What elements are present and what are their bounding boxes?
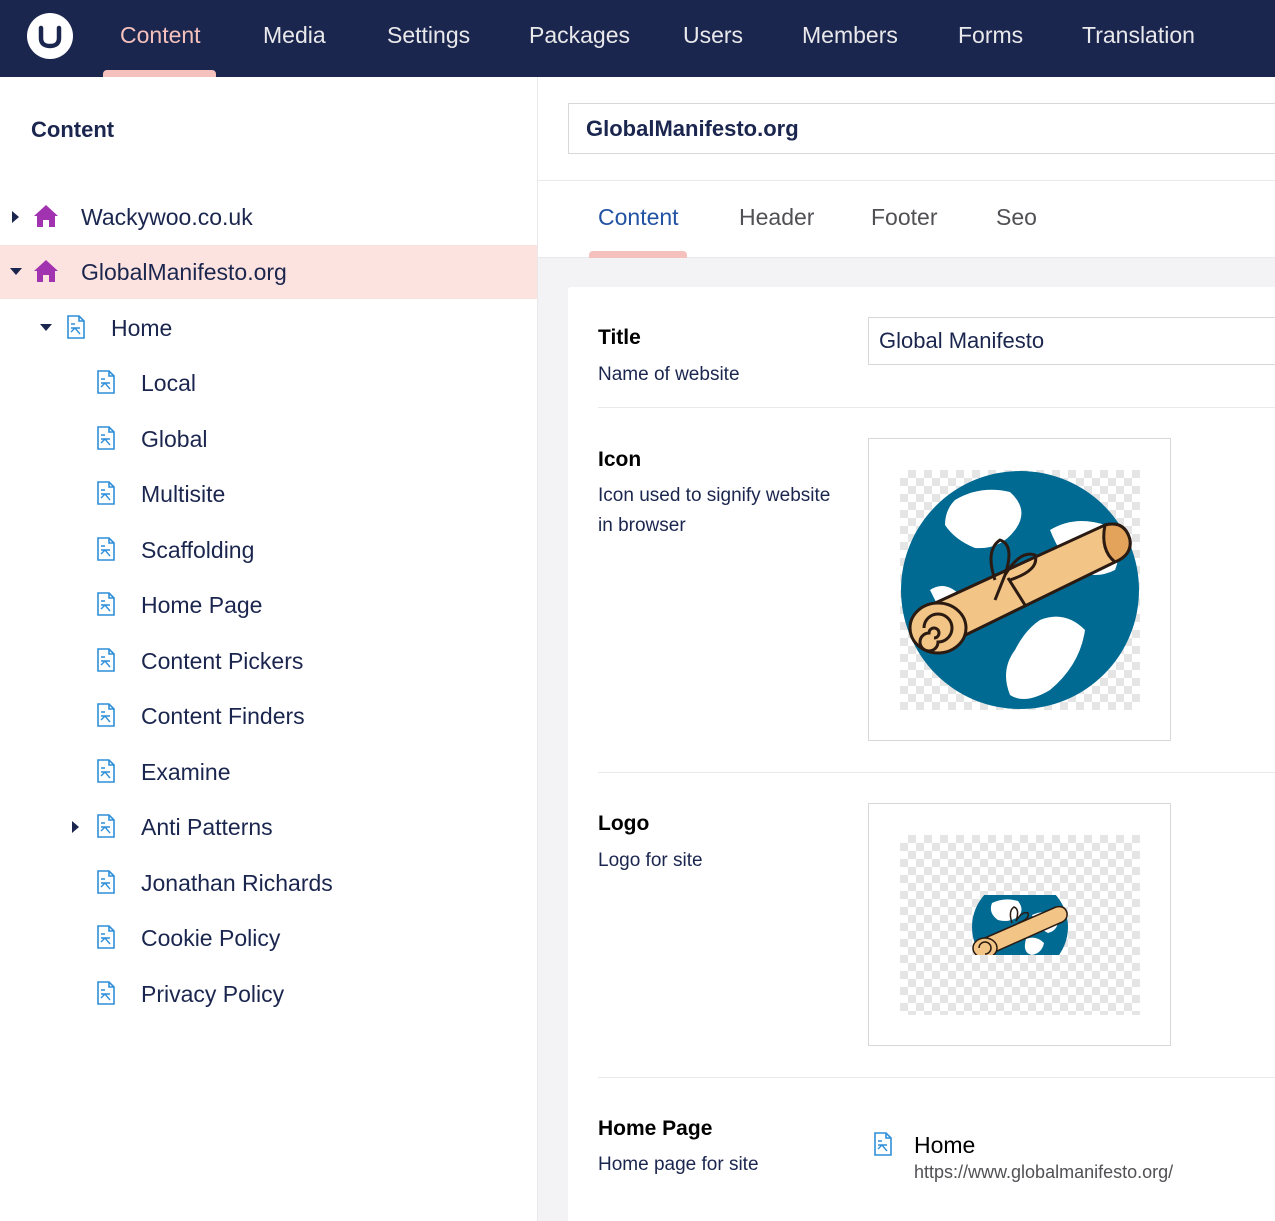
tree-item-label: GlobalManifesto.org — [81, 259, 287, 285]
picked-node-url: https://www.globalmanifesto.org/ — [914, 1162, 1174, 1182]
tab-content[interactable]: Content — [598, 204, 679, 231]
title-input[interactable] — [868, 317, 1275, 365]
tree-item-label: Scaffolding — [141, 537, 255, 563]
document-icon — [67, 315, 85, 339]
document-icon — [97, 703, 115, 727]
divider — [598, 1077, 1275, 1078]
tree-item-label: Examine — [141, 759, 231, 785]
tree-item-anti-patterns[interactable]: Anti Patterns — [0, 800, 537, 854]
document-icon — [97, 870, 115, 894]
document-icon — [874, 1132, 892, 1156]
nav-content[interactable]: Content — [120, 19, 201, 51]
tree-item-label: Content Finders — [141, 703, 305, 729]
document-icon — [97, 759, 115, 783]
nav-media[interactable]: Media — [263, 19, 326, 51]
picked-node-name[interactable]: Home — [914, 1132, 975, 1159]
house-icon — [34, 205, 58, 227]
document-icon — [97, 370, 115, 394]
collapse-caret-icon[interactable] — [40, 324, 52, 331]
tree-item-scaffolding[interactable]: Scaffolding — [0, 523, 537, 577]
tree-item-local[interactable]: Local — [0, 356, 537, 410]
top-navigation-bar: Content Media Settings Packages Users Me… — [0, 0, 1275, 77]
tree-item-label: Privacy Policy — [141, 981, 285, 1007]
tree-item-multisite[interactable]: Multisite — [0, 467, 537, 521]
tree-item-jonathan-richards[interactable]: Jonathan Richards — [0, 856, 537, 910]
tree-item-content-finders[interactable]: Content Finders — [0, 689, 537, 743]
tree-item-label: Jonathan Richards — [141, 870, 333, 896]
nav-packages[interactable]: Packages — [529, 19, 630, 51]
tree-item-label: Anti Patterns — [141, 814, 273, 840]
properties-panel: Title Name of website Icon Icon used to … — [568, 287, 1275, 1221]
title-description: Name of website — [598, 364, 740, 385]
nav-translation[interactable]: Translation — [1082, 19, 1195, 51]
collapse-caret-icon[interactable] — [10, 268, 22, 275]
tab-footer[interactable]: Footer — [871, 204, 937, 231]
home-page-label: Home Page — [598, 1117, 713, 1140]
document-icon — [97, 814, 115, 838]
tab-seo[interactable]: Seo — [996, 204, 1037, 231]
document-icon — [97, 537, 115, 561]
document-icon — [97, 592, 115, 616]
expand-caret-icon[interactable] — [72, 821, 79, 833]
nav-members[interactable]: Members — [802, 19, 898, 51]
tree-item-label: Multisite — [141, 481, 226, 507]
tab-header[interactable]: Header — [739, 204, 814, 231]
tree-item-wackywoo[interactable]: Wackywoo.co.uk — [0, 190, 537, 244]
divider — [598, 772, 1275, 773]
nav-active-indicator — [103, 70, 216, 77]
icon-description: Icon used to signify website in browser — [598, 485, 831, 536]
tree-item-globalmanifesto[interactable]: GlobalManifesto.org — [0, 245, 537, 299]
icon-label: Icon — [598, 448, 642, 471]
tree-item-global[interactable]: Global — [0, 412, 537, 466]
content-tree: Content Wackywoo.co.uk GlobalManifesto.o… — [0, 77, 538, 1221]
tree-item-examine[interactable]: Examine — [0, 745, 537, 799]
nav-settings[interactable]: Settings — [387, 19, 470, 51]
tree-item-privacy-policy[interactable]: Privacy Policy — [0, 967, 537, 1021]
tree-item-label: Home Page — [141, 592, 263, 618]
logo-image — [972, 895, 1068, 955]
tree-item-label: Cookie Policy — [141, 925, 281, 951]
nav-forms[interactable]: Forms — [958, 19, 1023, 51]
tree-item-label: Wackywoo.co.uk — [81, 204, 253, 230]
document-icon — [97, 481, 115, 505]
title-label: Title — [598, 326, 641, 349]
home-page-description: Home page for site — [598, 1154, 759, 1175]
tree-heading: Content — [31, 117, 115, 142]
tree-item-label: Global — [141, 426, 208, 452]
document-icon — [97, 426, 115, 450]
tree-item-content-pickers[interactable]: Content Pickers — [0, 634, 537, 688]
tree-item-label: Content Pickers — [141, 648, 304, 674]
editor-tabs: Content Header Footer Seo — [538, 181, 1275, 258]
tree-item-label: Home — [111, 315, 173, 341]
logo-media-picker[interactable] — [868, 803, 1171, 1046]
icon-media-picker[interactable] — [868, 438, 1171, 741]
tab-active-indicator — [589, 251, 687, 258]
content-editor: Content Header Footer Seo Title Name of … — [538, 77, 1275, 1221]
editor-header — [538, 77, 1275, 181]
tree-item-cookie-policy[interactable]: Cookie Policy — [0, 911, 537, 965]
tree-item-label: Local — [141, 370, 196, 396]
tree-item-home-page[interactable]: Home Page — [0, 578, 537, 632]
logo-label: Logo — [598, 812, 650, 835]
nav-users[interactable]: Users — [683, 19, 743, 51]
umbraco-logo-icon[interactable] — [27, 13, 73, 59]
tree-item-home[interactable]: Home — [0, 301, 537, 355]
divider — [598, 407, 1275, 408]
document-icon — [97, 925, 115, 949]
document-icon — [97, 981, 115, 1005]
expand-caret-icon[interactable] — [12, 211, 19, 223]
globe-scroll-icon — [901, 471, 1139, 709]
document-icon — [97, 648, 115, 672]
node-name-input[interactable] — [568, 103, 1275, 154]
logo-description: Logo for site — [598, 850, 703, 871]
house-icon — [34, 260, 58, 282]
